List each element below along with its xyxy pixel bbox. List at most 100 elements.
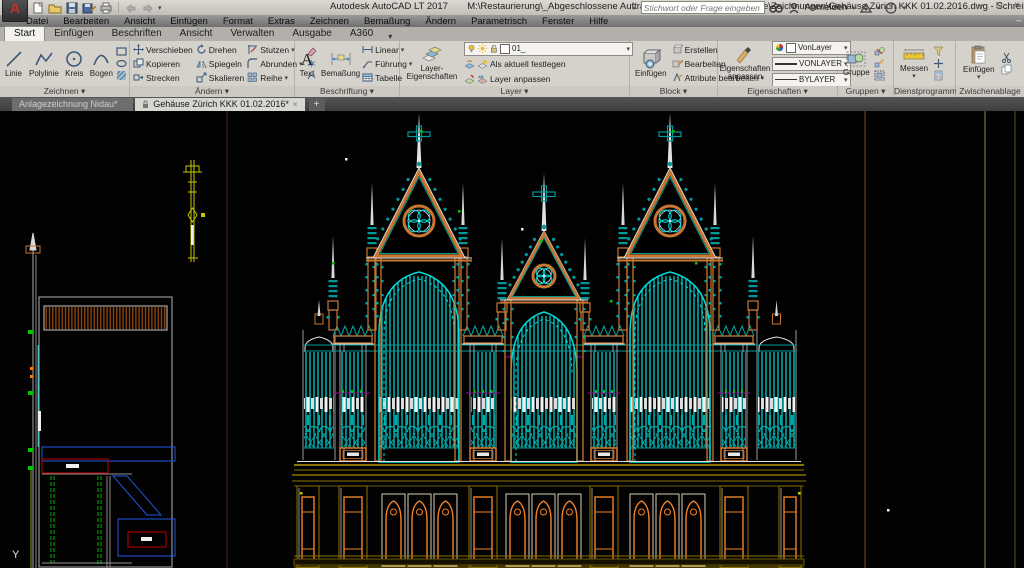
menu-bearbeiten[interactable]: Bearbeiten [63,16,109,27]
redo-icon[interactable] [141,2,155,14]
text-button[interactable]: A Text [295,48,319,80]
menu-zeichnen[interactable]: Zeichnen [310,16,349,27]
panel-label-beschriftung[interactable]: Beschriftung ▾ [295,86,399,97]
ribbon-tab-einfuegen[interactable]: Einfügen [45,27,102,41]
help-icon[interactable]: ? [884,2,898,14]
menu-ansicht[interactable]: Ansicht [124,16,155,27]
menu-hilfe[interactable]: Hilfe [589,16,608,27]
layer-properties-button[interactable]: Layer- Eigenschaften [404,45,460,83]
drawing-canvas[interactable]: Y [0,111,1024,568]
scale-button[interactable]: Skalieren [196,71,244,84]
panel-label-dienstprogramme[interactable]: Dienstprogramme ▾ [894,86,955,97]
layer-combo[interactable]: 01_ ▾ [464,42,633,56]
paste-button[interactable]: Einfügen ▾ [961,44,997,84]
minimize-button[interactable]: – [979,0,985,11]
menu-bemassung[interactable]: Bemaßung [364,16,410,27]
rotate-button[interactable]: Drehen [196,43,244,56]
save-as-icon[interactable] [82,2,96,14]
copy-button[interactable]: Kopieren [133,57,193,70]
line-button[interactable]: Linie [2,48,26,80]
a360-caret-icon[interactable]: ▾ [877,4,881,12]
polyline-button[interactable]: Polylinie [27,48,61,80]
tower [500,173,588,462]
calculator-icon[interactable] [933,70,944,81]
group-icon [846,50,866,68]
app-title: Autodesk AutoCAD LT 2017 [330,1,448,12]
ribbon-tab-ausgabe[interactable]: Ausgabe [283,27,340,41]
doc-tab-gehaeuse-zuerich[interactable]: Gehäuse Zürich KKK 01.02.2016* × [135,98,304,111]
id-point-icon[interactable] [933,58,944,69]
close-button[interactable]: × [1014,0,1020,11]
panel-label-zwischenablage[interactable]: Zwischenablage [956,86,1024,97]
quick-select-icon[interactable] [933,46,944,57]
circle-button[interactable]: Kreis [62,48,86,80]
menu-parametrisch[interactable]: Parametrisch [471,16,527,27]
signin-caret-icon[interactable]: ▾ [851,4,855,12]
paste-label: Einfügen [963,66,995,75]
layer-properties-icon [421,46,443,64]
maximize-button[interactable]: □ [996,0,1002,11]
panel-label-gruppen[interactable]: Gruppen ▾ [838,86,893,97]
user-icon[interactable] [787,2,801,14]
ribbon-tab-start[interactable]: Start [4,26,45,41]
new-file-icon[interactable] [31,2,45,14]
ribbon-tab-beschriften[interactable]: Beschriften [103,27,171,41]
arc-button[interactable]: Bogen [88,48,115,80]
menu-format[interactable]: Format [223,16,253,27]
ribbon-tab-ansicht[interactable]: Ansicht [171,27,222,41]
panel-label-layer[interactable]: Layer ▾ [400,86,629,97]
measure-button[interactable]: Messen ▾ [898,45,930,83]
open-file-icon[interactable] [48,2,62,14]
group-edit-icon[interactable] [874,58,885,69]
signin-label[interactable]: Anmelden [805,2,848,13]
search-arrow-icon[interactable]: ▸ [633,4,637,12]
set-current-button[interactable]: Als aktuell festlegen [464,58,633,71]
panel-label-zeichnen[interactable]: Zeichnen ▾ [0,86,129,97]
cut-icon[interactable] [1001,52,1012,63]
stretch-button[interactable]: Strecken [133,71,193,84]
panel-label-eigenschaften[interactable]: Eigenschaften ▾ [718,86,837,97]
group-manager-icon[interactable] [874,70,885,81]
help-caret-icon[interactable]: ▾ [902,4,906,12]
menu-fenster[interactable]: Fenster [542,16,574,27]
menu-einfuegen[interactable]: Einfügen [170,16,208,27]
copy-clip-icon[interactable] [1001,64,1012,75]
ribbon-tab-a360[interactable]: A360 [341,27,382,41]
menu-extras[interactable]: Extras [268,16,295,27]
ribbon-tab-verwalten[interactable]: Verwalten [221,27,283,41]
qat-menu-icon[interactable]: ▾ [158,4,162,12]
hatch-tool-icon[interactable] [116,70,127,81]
match-properties-button[interactable]: Eigenschaften anpassen [721,45,769,83]
fillet-icon [247,58,258,69]
plot-icon[interactable] [99,2,113,14]
doc-tab-2-close-icon[interactable]: × [293,98,298,111]
ellipse-tool-icon[interactable] [116,58,127,69]
doc-tab-anlagezeichnung[interactable]: Anlagezeichnung Nidau* × [12,98,133,111]
panel-label-aendern[interactable]: Ändern ▾ [130,86,294,97]
application-menu-button[interactable]: A [2,0,28,22]
a360-share-icon[interactable] [859,2,873,14]
undo-icon[interactable] [124,2,138,14]
dimension-button[interactable]: Bemaßung [319,48,362,80]
rectangle-tool-icon[interactable] [116,46,127,57]
group-button[interactable]: Gruppe [841,49,872,79]
mirror-button[interactable]: Spiegeln [196,57,244,70]
measure-label: Messen [900,65,928,74]
ungroup-icon[interactable] [874,46,885,57]
layer-match-button[interactable]: Layer anpassen [464,73,633,86]
scale-label: Skalieren [209,73,244,83]
search-input[interactable] [641,1,765,14]
block-insert-button[interactable]: Einfügen [633,48,669,80]
panel-label-block[interactable]: Block ▾ [630,86,717,97]
move-button[interactable]: Verschieben [133,43,193,56]
mdi-minimize-button[interactable]: – [1016,15,1021,26]
menu-aendern[interactable]: Ändern [425,16,456,27]
doc-tab-1-close-icon[interactable]: × [122,98,127,111]
linetype-combo-value: BYLAYER [799,75,835,84]
save-icon[interactable] [65,2,79,14]
new-tab-button[interactable]: + [309,98,325,111]
binoculars-icon[interactable] [769,2,783,14]
menu-datei[interactable]: Datei [26,16,48,27]
ribbon-options-icon[interactable]: ▾ [388,32,392,41]
cad-drawing[interactable]: Y [0,111,1024,568]
